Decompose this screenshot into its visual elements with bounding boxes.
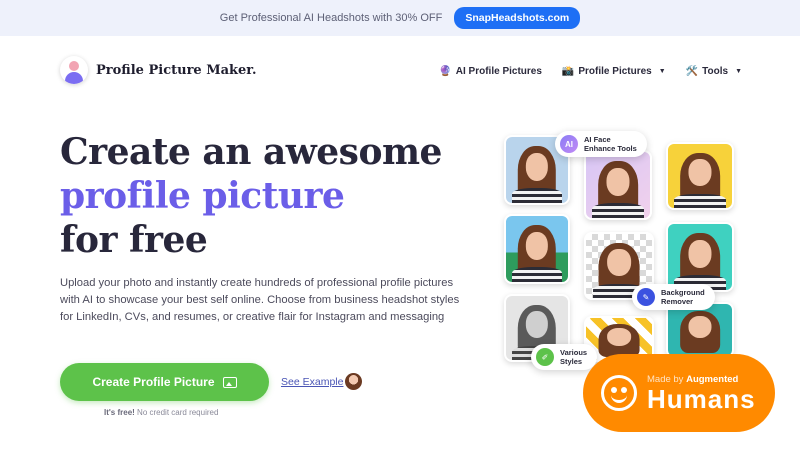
badge-ai-line1: AI Face	[584, 135, 611, 144]
badge-various-styles: ✐ Various Styles	[531, 344, 598, 370]
made-by-brand-small: Augmented	[686, 373, 739, 385]
caret-down-icon: ▼	[658, 68, 666, 75]
made-by-prefix: Made by	[647, 373, 684, 385]
logo-text: Profile Picture Maker.	[96, 62, 257, 78]
badge-bg-line2: Remover	[661, 297, 694, 306]
tools-icon: 🛠️	[685, 66, 699, 77]
photo-tile-beach	[504, 214, 570, 284]
promo-button[interactable]: SnapHeadshots.com	[454, 7, 581, 29]
crystal-ball-icon: 🔮	[439, 66, 452, 77]
free-note-bold: It's free!	[104, 408, 135, 417]
free-note: It's free! No credit card required	[104, 408, 218, 417]
see-example-link[interactable]: See Example	[281, 376, 343, 388]
hero-title: Create an awesome profile picture for fr…	[60, 130, 442, 262]
badge-bg-text: Background Remover	[661, 288, 705, 306]
made-by-brand-big: Humans	[647, 383, 756, 414]
smile-icon	[601, 375, 637, 411]
nav-profile-pictures[interactable]: 📸 Profile Pictures ▼	[562, 66, 666, 77]
camera-icon: 📸	[561, 66, 575, 77]
badge-bg-line1: Background	[661, 288, 705, 297]
eraser-icon: ✎	[637, 288, 655, 306]
photo-tile-yellow	[666, 142, 734, 210]
made-by-augmented-humans[interactable]: Made by Augmented Humans	[583, 354, 775, 432]
badge-background-remover: ✎ Background Remover	[632, 284, 715, 310]
create-profile-picture-button[interactable]: Create Profile Picture	[60, 363, 269, 401]
hero-title-line3: for free	[60, 219, 208, 261]
badge-styles-line2: Styles	[560, 357, 583, 366]
photo-tile-teal-2	[666, 302, 734, 358]
nav-label: Tools	[702, 66, 729, 77]
badge-styles-line1: Various	[560, 348, 588, 357]
brush-icon: ✐	[536, 348, 554, 366]
site-logo[interactable]: Profile Picture Maker.	[60, 56, 257, 84]
badge-ai-text: AI Face Enhance Tools	[584, 135, 637, 153]
main-nav: 🔮 AI Profile Pictures 📸 Profile Pictures…	[439, 66, 742, 77]
ai-icon: AI	[560, 135, 578, 153]
cta-label: Create Profile Picture	[92, 375, 215, 389]
nav-label: Profile Pictures	[578, 66, 652, 77]
hero-title-line1: Create an awesome	[60, 131, 442, 173]
example-avatar[interactable]	[345, 373, 362, 390]
made-by-text: Made by Augmented Humans	[647, 374, 756, 413]
nav-label: AI Profile Pictures	[455, 66, 542, 77]
caret-down-icon: ▼	[735, 68, 742, 75]
free-note-rest: No credit card required	[137, 408, 219, 417]
badge-ai-face-enhance: AI AI Face Enhance Tools	[555, 131, 647, 157]
image-icon	[222, 376, 237, 388]
photo-tile-enhanced	[584, 150, 652, 220]
badge-styles-text: Various Styles	[560, 348, 587, 366]
promo-text: Get Professional AI Headshots with 30% O…	[219, 12, 443, 24]
nav-ai-profile-pictures[interactable]: 🔮 AI Profile Pictures	[439, 66, 542, 77]
promo-banner: Get Professional AI Headshots with 30% O…	[0, 0, 800, 36]
logo-avatar-icon	[60, 56, 88, 84]
photo-tile-teal	[666, 222, 734, 292]
nav-tools[interactable]: 🛠️ Tools ▼	[686, 66, 742, 77]
hero-title-accent: profile picture	[60, 175, 345, 217]
made-by-line: Made by Augmented	[647, 374, 756, 385]
hero-description: Upload your photo and instantly create h…	[60, 277, 460, 323]
badge-ai-line2: Enhance Tools	[584, 144, 637, 153]
